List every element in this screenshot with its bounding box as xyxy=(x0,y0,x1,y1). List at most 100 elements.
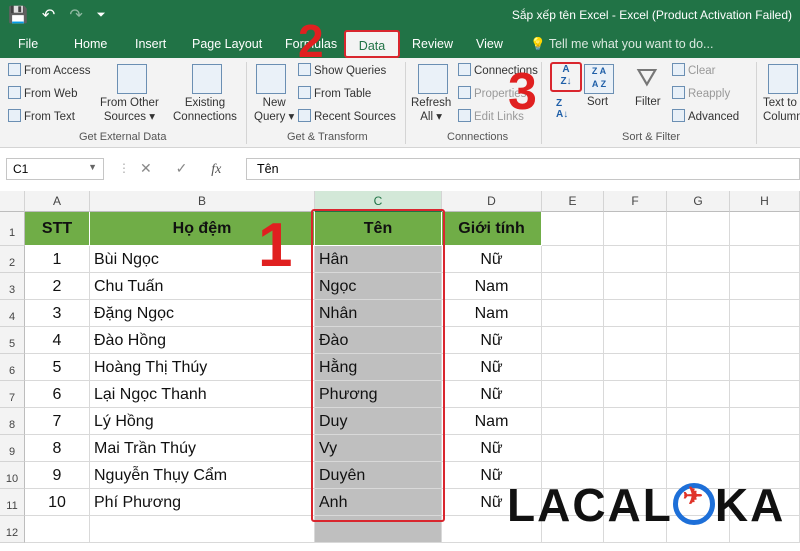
empty-cell[interactable] xyxy=(542,435,604,462)
empty-cell[interactable] xyxy=(542,212,604,246)
table-cell[interactable]: Nguyễn Thụy Cẩm xyxy=(90,462,315,489)
table-cell[interactable]: 9 xyxy=(25,462,90,489)
table-cell[interactable]: 8 xyxy=(25,435,90,462)
save-icon[interactable]: 💾 xyxy=(8,5,28,25)
table-cell[interactable]: Đặng Ngọc xyxy=(90,300,315,327)
empty-cell[interactable] xyxy=(604,300,667,327)
redo-icon[interactable]: ↷ xyxy=(69,5,82,25)
empty-cell[interactable] xyxy=(542,273,604,300)
table-cell[interactable]: Nữ xyxy=(442,435,542,462)
table-cell[interactable]: 2 xyxy=(25,273,90,300)
empty-cell[interactable] xyxy=(604,408,667,435)
empty-cell[interactable] xyxy=(542,354,604,381)
empty-cell[interactable] xyxy=(730,212,800,246)
sort-button[interactable]: Sort xyxy=(587,96,608,108)
row-header[interactable]: 12 xyxy=(0,516,25,543)
empty-cell[interactable] xyxy=(730,273,800,300)
from-other-sources-button[interactable]: From Other Sources ▾ xyxy=(100,96,159,124)
column-header[interactable]: G xyxy=(667,191,730,212)
table-cell[interactable]: 5 xyxy=(25,354,90,381)
from-text-button[interactable]: From Text xyxy=(8,109,75,123)
empty-cell[interactable] xyxy=(604,327,667,354)
empty-cell[interactable] xyxy=(730,354,800,381)
row-header[interactable]: 8 xyxy=(0,408,25,435)
empty-cell[interactable] xyxy=(542,327,604,354)
empty-cell[interactable] xyxy=(25,516,90,543)
row-header[interactable]: 9 xyxy=(0,435,25,462)
row-header[interactable]: 10 xyxy=(0,462,25,489)
table-cell[interactable]: 7 xyxy=(25,408,90,435)
from-web-button[interactable]: From Web xyxy=(8,86,77,100)
column-header[interactable]: D xyxy=(442,191,542,212)
empty-cell[interactable] xyxy=(730,300,800,327)
column-header[interactable]: A xyxy=(25,191,90,212)
advanced-button[interactable]: Advanced xyxy=(672,109,739,123)
empty-cell[interactable] xyxy=(730,327,800,354)
sort-z-to-a-button[interactable]: Z A↓ xyxy=(556,98,568,120)
tab-file[interactable]: File xyxy=(18,37,38,51)
cancel-icon[interactable]: ✕ xyxy=(140,160,152,176)
tab-data[interactable]: Data xyxy=(344,30,400,58)
table-cell[interactable]: Nữ xyxy=(442,381,542,408)
table-cell[interactable]: Mai Trần Thúy xyxy=(90,435,315,462)
empty-cell[interactable] xyxy=(667,381,730,408)
enter-icon[interactable]: ✓ xyxy=(176,160,188,176)
table-cell[interactable]: Nữ xyxy=(442,246,542,273)
empty-cell[interactable] xyxy=(730,435,800,462)
empty-cell[interactable] xyxy=(730,246,800,273)
tab-home[interactable]: Home xyxy=(74,37,107,51)
new-query-button[interactable]: New Query ▾ xyxy=(254,96,294,124)
column-header[interactable]: F xyxy=(604,191,667,212)
from-access-button[interactable]: From Access xyxy=(8,63,90,77)
table-cell[interactable]: Phí Phương xyxy=(90,489,315,516)
row-header[interactable]: 11 xyxy=(0,489,25,516)
tab-view[interactable]: View xyxy=(476,37,503,51)
empty-cell[interactable] xyxy=(542,246,604,273)
name-box[interactable]: C1 ▼ xyxy=(6,158,104,180)
from-table-button[interactable]: From Table xyxy=(298,86,371,100)
empty-cell[interactable] xyxy=(604,246,667,273)
empty-cell[interactable] xyxy=(90,516,315,543)
table-cell[interactable]: Lại Ngọc Thanh xyxy=(90,381,315,408)
undo-icon[interactable]: ↶ xyxy=(42,5,55,25)
table-cell[interactable]: Nam xyxy=(442,273,542,300)
reapply-button[interactable]: Reapply xyxy=(672,86,730,100)
table-cell[interactable]: Nữ xyxy=(442,354,542,381)
select-all-corner[interactable] xyxy=(0,191,25,212)
empty-cell[interactable] xyxy=(730,381,800,408)
empty-cell[interactable] xyxy=(667,300,730,327)
empty-cell[interactable] xyxy=(667,212,730,246)
tell-me-search[interactable]: 💡 Tell me what you want to do... xyxy=(530,37,713,52)
recent-sources-button[interactable]: Recent Sources xyxy=(298,109,396,123)
table-cell[interactable]: 4 xyxy=(25,327,90,354)
empty-cell[interactable] xyxy=(604,435,667,462)
empty-cell[interactable] xyxy=(667,273,730,300)
tab-insert[interactable]: Insert xyxy=(135,37,166,51)
table-cell[interactable]: 1 xyxy=(25,246,90,273)
formula-input[interactable]: Tên xyxy=(246,158,800,180)
insert-function-icon[interactable]: fx xyxy=(211,162,221,177)
empty-cell[interactable] xyxy=(667,354,730,381)
empty-cell[interactable] xyxy=(730,408,800,435)
table-cell[interactable]: 10 xyxy=(25,489,90,516)
table-cell[interactable]: Lý Hồng xyxy=(90,408,315,435)
empty-cell[interactable] xyxy=(604,212,667,246)
table-cell[interactable]: 3 xyxy=(25,300,90,327)
table-cell[interactable]: Nữ xyxy=(442,327,542,354)
sort-a-to-z-button[interactable]: A Z↓ xyxy=(550,62,582,92)
refresh-all-button[interactable]: Refresh All ▾ xyxy=(411,96,451,124)
filter-button[interactable]: Filter xyxy=(635,96,661,108)
tab-review[interactable]: Review xyxy=(412,37,453,51)
column-header[interactable]: E xyxy=(542,191,604,212)
empty-cell[interactable] xyxy=(604,354,667,381)
row-header[interactable]: 7 xyxy=(0,381,25,408)
row-header[interactable]: 2 xyxy=(0,246,25,273)
clear-button[interactable]: Clear xyxy=(672,63,715,77)
column-header[interactable]: B xyxy=(90,191,315,212)
empty-cell[interactable] xyxy=(667,435,730,462)
text-to-columns-button[interactable]: Text toColumns xyxy=(763,96,800,124)
row-header[interactable]: 6 xyxy=(0,354,25,381)
table-cell[interactable]: Đào Hồng xyxy=(90,327,315,354)
empty-cell[interactable] xyxy=(542,300,604,327)
customize-icon[interactable]: ⏷ xyxy=(97,9,106,22)
